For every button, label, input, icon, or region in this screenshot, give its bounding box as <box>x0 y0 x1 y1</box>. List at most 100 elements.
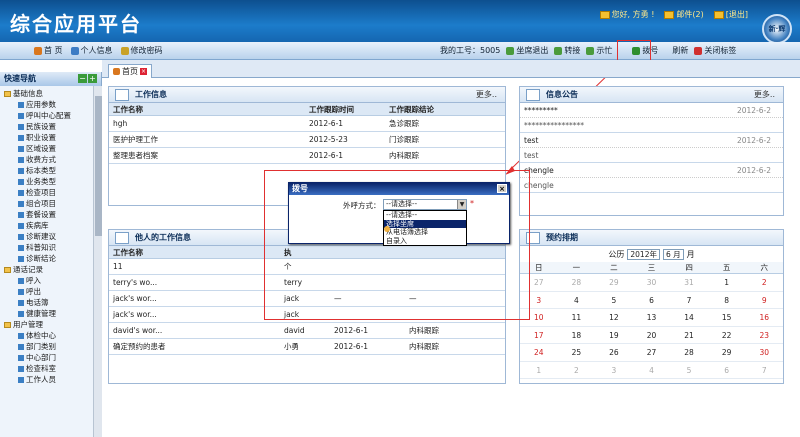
table-row[interactable]: 确定预约的患者 小勇 2012-6-1 内科跟踪 <box>109 339 505 355</box>
table-row[interactable]: hgh 2012-6-1 急诊跟踪 <box>109 116 505 132</box>
calendar-day[interactable]: 8 <box>707 292 746 309</box>
collapse-icon[interactable]: − <box>78 74 87 83</box>
close-tab-icon[interactable]: × <box>140 68 147 75</box>
select-option[interactable]: 从电话簿选择 <box>384 228 466 237</box>
call-mode-select[interactable]: --请选择-- ▼ <box>383 199 467 210</box>
calendar-day[interactable]: 2 <box>745 274 783 292</box>
close-tabs-button[interactable]: 关闭标签 <box>694 45 736 56</box>
tab-home[interactable]: 首页 × <box>108 64 152 78</box>
calendar-day[interactable]: 24 <box>520 344 558 362</box>
sidebar-item[interactable]: 区域设置 <box>2 143 94 154</box>
calendar-day[interactable]: 5 <box>670 362 708 379</box>
calendar-day[interactable]: 12 <box>595 309 633 327</box>
calendar-day[interactable]: 26 <box>595 344 633 362</box>
refresh-button[interactable]: 刷新 <box>672 45 688 56</box>
sidebar-item[interactable]: 民族设置 <box>2 121 94 132</box>
sidebar-item[interactable]: 基础信息 <box>2 88 94 99</box>
select-option[interactable]: 自录入 <box>384 237 466 246</box>
sidebar-item[interactable]: 标本类型 <box>2 165 94 176</box>
calendar-day[interactable]: 6 <box>707 362 746 379</box>
more-link[interactable]: 更多.. <box>754 87 775 103</box>
sidebar-item[interactable]: 应用参数 <box>2 99 94 110</box>
chevron-down-icon[interactable]: ▼ <box>457 200 466 209</box>
sidebar-item[interactable]: 收费方式 <box>2 154 94 165</box>
sidebar-item[interactable]: 体检中心 <box>2 330 94 341</box>
home-button[interactable]: 首 页 <box>34 45 63 56</box>
table-row[interactable]: david's wor... david 2012-6-1 内科跟踪 <box>109 323 505 339</box>
table-row[interactable]: 医护护理工作 2012-5-23 门诊跟踪 <box>109 132 505 148</box>
calendar-day[interactable]: 30 <box>745 344 783 362</box>
personal-info-button[interactable]: 个人信息 <box>70 45 113 56</box>
calendar-day[interactable]: 4 <box>557 292 596 309</box>
sidebar-item[interactable]: 组合项目 <box>2 198 94 209</box>
sidebar-item[interactable]: 呼叫中心配置 <box>2 110 94 121</box>
year-select[interactable]: 2012年 <box>627 248 660 260</box>
calendar-day[interactable]: 28 <box>557 274 596 292</box>
sidebar-item[interactable]: 用户管理 <box>2 319 94 330</box>
calendar-day[interactable]: 9 <box>745 292 783 309</box>
sidebar-item[interactable]: 中心部门 <box>2 352 94 363</box>
sidebar-item[interactable]: 科普知识 <box>2 242 94 253</box>
calendar-day[interactable]: 28 <box>670 344 708 362</box>
mail-link[interactable]: 邮件(2) <box>664 9 704 20</box>
calendar-day[interactable]: 1 <box>520 362 558 379</box>
calendar-day[interactable]: 20 <box>632 327 671 344</box>
sidebar-item[interactable]: 检查项目 <box>2 187 94 198</box>
calendar-day[interactable]: 14 <box>670 309 708 327</box>
calendar-day[interactable]: 21 <box>670 327 708 344</box>
calendar-day[interactable]: 3 <box>595 362 633 379</box>
calendar-day[interactable]: 19 <box>595 327 633 344</box>
sidebar-item[interactable]: 诊断结论 <box>2 253 94 264</box>
calendar-day[interactable]: 25 <box>557 344 596 362</box>
calendar-day[interactable]: 31 <box>670 274 708 292</box>
calendar-day[interactable]: 4 <box>632 362 671 379</box>
sidebar-item[interactable]: 职业设置 <box>2 132 94 143</box>
calendar-day[interactable]: 27 <box>632 344 671 362</box>
sidebar-item[interactable]: 套餐设置 <box>2 209 94 220</box>
sidebar-item[interactable]: 呼入 <box>2 275 94 286</box>
sidebar-item[interactable]: 检查科室 <box>2 363 94 374</box>
calendar-day[interactable]: 29 <box>707 344 746 362</box>
scrollbar-thumb[interactable] <box>95 96 102 236</box>
calendar-day[interactable]: 16 <box>745 309 783 327</box>
calendar-day[interactable]: 30 <box>632 274 671 292</box>
table-row[interactable]: 整理患者档案 2012-6-1 内科跟踪 <box>109 148 505 164</box>
close-icon[interactable]: × <box>497 184 507 193</box>
sidebar-item[interactable]: 疾病库 <box>2 220 94 231</box>
expand-icon[interactable]: + <box>88 74 97 83</box>
calendar-day[interactable]: 23 <box>745 327 783 344</box>
calendar-day[interactable]: 7 <box>670 292 708 309</box>
sidebar-item[interactable]: 业务类型 <box>2 176 94 187</box>
calendar-day[interactable]: 5 <box>595 292 633 309</box>
calendar-day[interactable]: 7 <box>745 362 783 379</box>
sidebar-item[interactable]: 诊断建议 <box>2 231 94 242</box>
calendar-day[interactable]: 29 <box>595 274 633 292</box>
calendar-day[interactable]: 18 <box>557 327 596 344</box>
select-option[interactable]: --请选择-- <box>384 211 466 220</box>
seat-exit-button[interactable]: 坐席退出 <box>506 45 548 56</box>
logout-link[interactable]: [退出] <box>713 9 748 20</box>
calendar-day[interactable]: 6 <box>632 292 671 309</box>
calendar-day[interactable]: 17 <box>520 327 558 344</box>
month-select[interactable]: 6 月 <box>662 248 684 260</box>
sidebar-item[interactable]: 通话记录 <box>2 264 94 275</box>
calendar-day[interactable]: 11 <box>557 309 596 327</box>
busy-button[interactable]: 示忙 <box>586 45 612 56</box>
calendar-day[interactable]: 2 <box>557 362 596 379</box>
notice-title[interactable]: ********* 2012-6-2 <box>520 103 783 118</box>
notice-title[interactable]: test 2012-6-2 <box>520 133 783 148</box>
change-password-button[interactable]: 修改密码 <box>120 45 163 56</box>
more-link[interactable]: 更多.. <box>476 87 497 103</box>
notice-title[interactable]: chengle 2012-6-2 <box>520 163 783 178</box>
sidebar-item[interactable]: 电话簿 <box>2 297 94 308</box>
calendar-day[interactable]: 22 <box>707 327 746 344</box>
sidebar-item[interactable]: 呼出 <box>2 286 94 297</box>
sidebar-item[interactable]: 部门类别 <box>2 341 94 352</box>
transfer-button[interactable]: 转接 <box>554 45 580 56</box>
sidebar-item[interactable]: 工作人员 <box>2 374 94 385</box>
calendar-day[interactable]: 15 <box>707 309 746 327</box>
select-option[interactable]: 选择坐席 <box>384 219 466 228</box>
calendar-day[interactable]: 1 <box>707 274 746 292</box>
sidebar-scrollbar[interactable] <box>93 86 102 437</box>
calendar-day[interactable]: 13 <box>632 309 671 327</box>
